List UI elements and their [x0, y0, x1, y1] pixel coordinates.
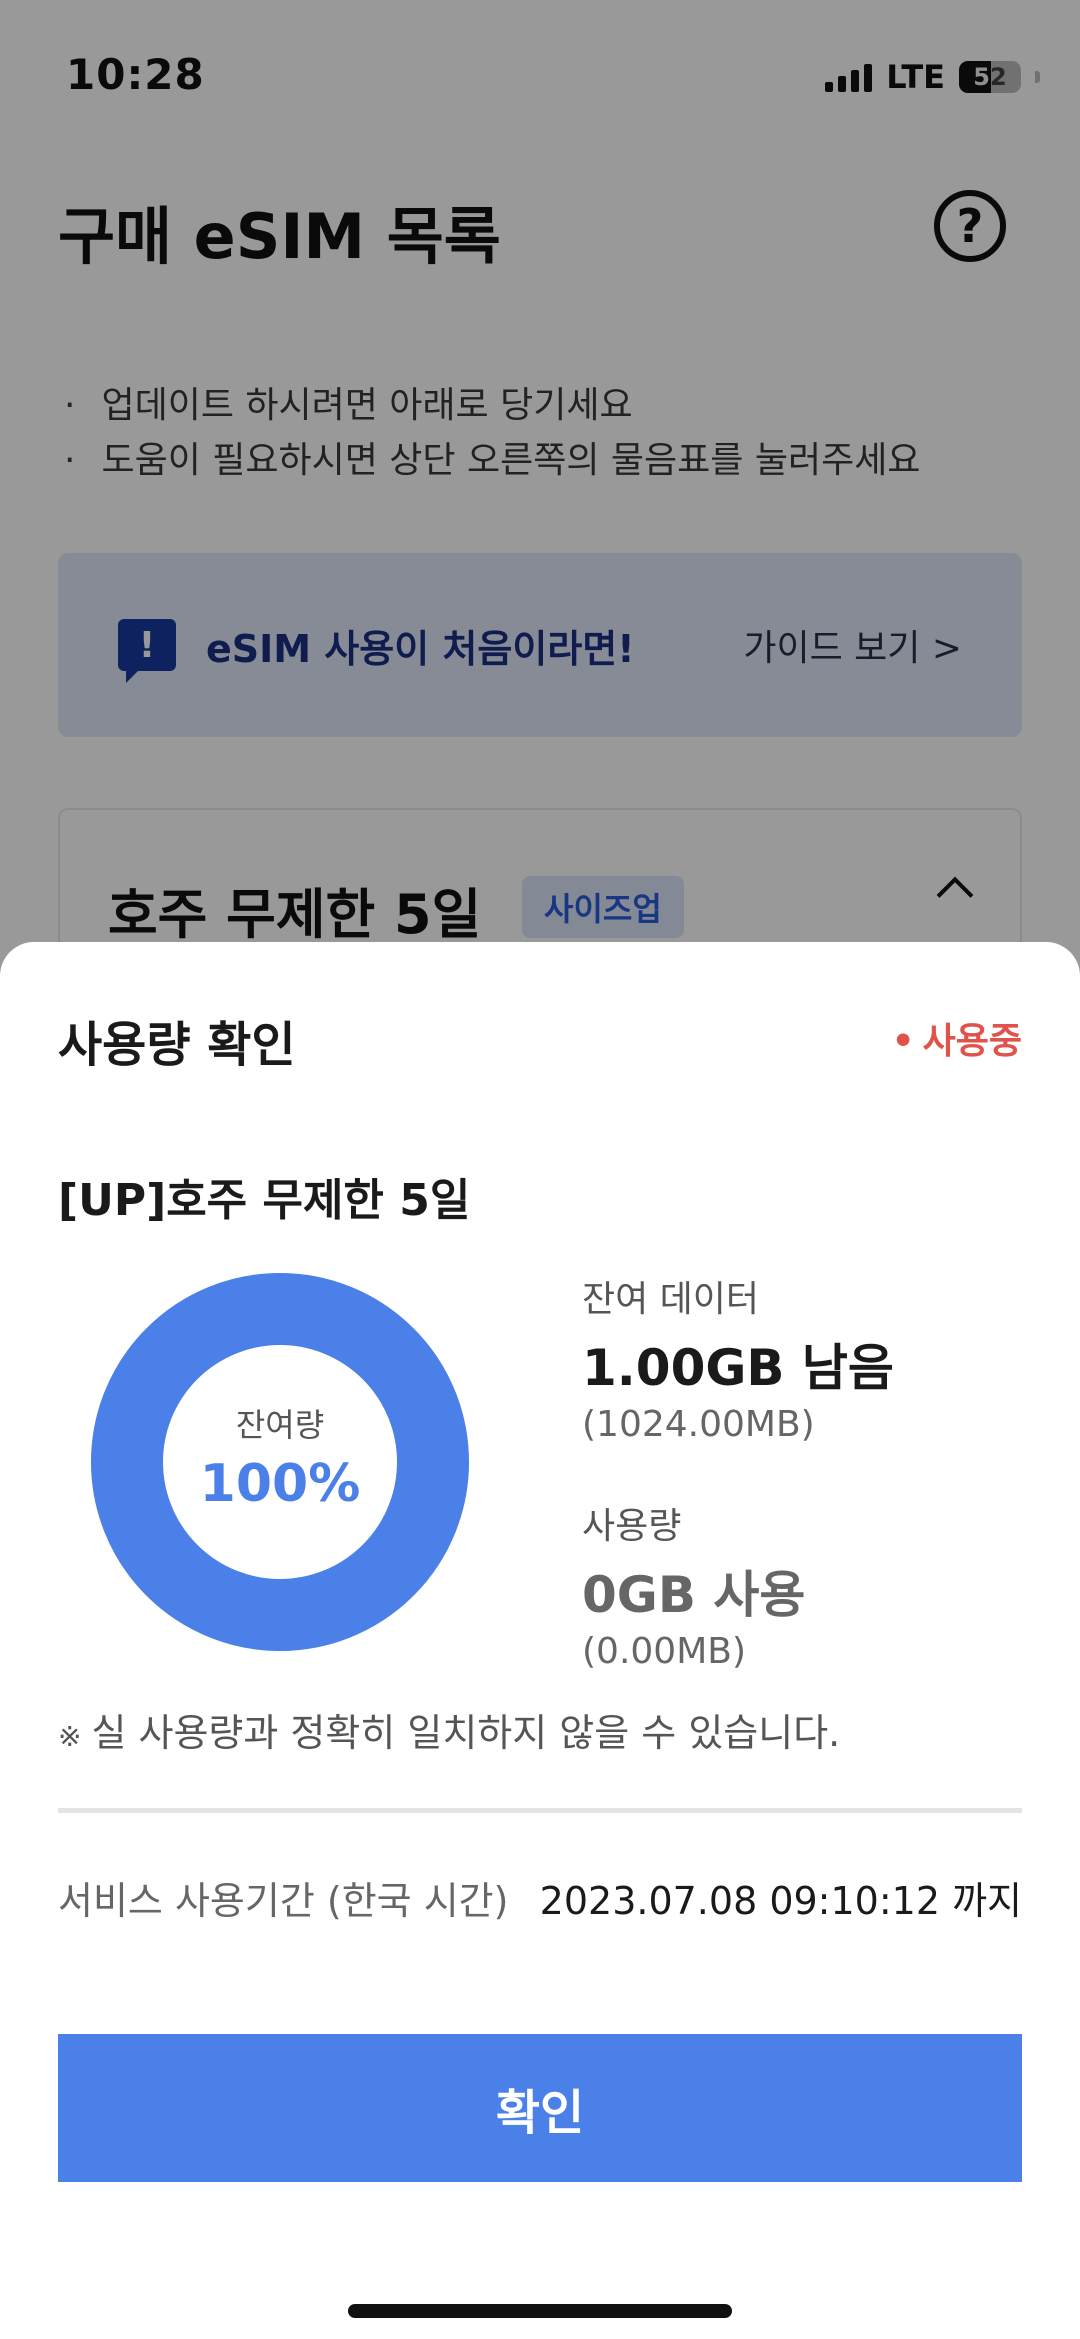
notice-mark: ※ [58, 1720, 82, 1753]
used-data-block: 사용량 0GB 사용 (0.00MB) [582, 1497, 894, 1672]
sheet-title: 사용량 확인 [58, 1017, 296, 1073]
service-period-label: 서비스 사용기간 (한국 시간) [58, 1879, 509, 1923]
remaining-data-block: 잔여 데이터 1.00GB 남음 (1024.00MB) [582, 1270, 894, 1445]
donut-label: 잔여량 [235, 1406, 325, 1444]
remaining-data-label: 잔여 데이터 [582, 1279, 760, 1320]
home-indicator [348, 2304, 732, 2318]
used-data-label: 사용량 [582, 1506, 682, 1547]
used-data-mb: (0.00MB) [582, 1631, 747, 1672]
remaining-data-value: 1.00GB 남음 [582, 1339, 894, 1397]
remaining-data-mb: (1024.00MB) [582, 1404, 815, 1445]
remaining-donut-chart: 잔여량 100% [90, 1272, 470, 1652]
used-data-value: 0GB 사용 [582, 1566, 806, 1624]
service-period-value: 2023.07.08 09:10:12 까지 [539, 1879, 1022, 1923]
divider [58, 1808, 1022, 1813]
usage-stats: 잔여 데이터 1.00GB 남음 (1024.00MB) 사용량 0GB 사용 … [582, 1270, 894, 1672]
usage-notice: ※ 실 사용량과 정확히 일치하지 않을 수 있습니다. [58, 1702, 840, 1757]
plan-name: [UP]호주 무제한 5일 [58, 1175, 471, 1226]
notice-text: 실 사용량과 정확히 일치하지 않을 수 있습니다. [91, 1711, 841, 1755]
status-badge: 사용중 [892, 1012, 1022, 1064]
usage-bottom-sheet: 사용량 확인 사용중 [UP]호주 무제한 5일 잔여량 100% 잔여 데이터… [0, 942, 1080, 2339]
donut-value: 100% [199, 1454, 361, 1514]
confirm-button[interactable]: 확인 [58, 2034, 1022, 2182]
